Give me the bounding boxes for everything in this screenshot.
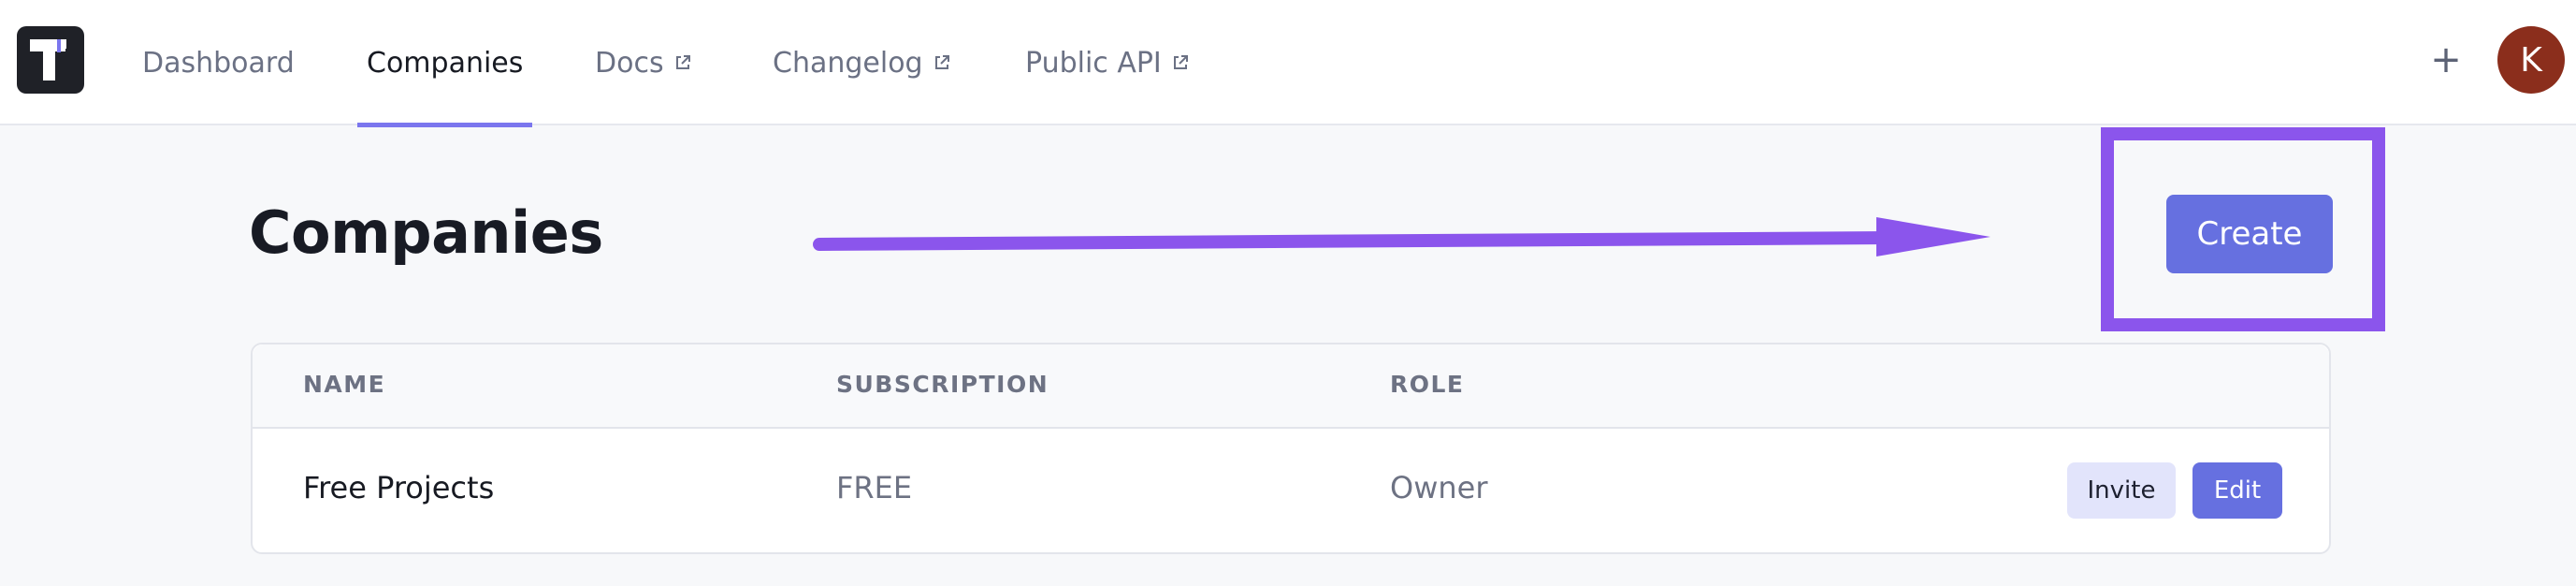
external-link-icon bbox=[1173, 55, 1188, 69]
nav-label: Docs bbox=[595, 46, 664, 80]
top-navigation: Dashboard Companies Docs Changelog Publi… bbox=[0, 0, 2576, 127]
edit-button[interactable]: Edit bbox=[2192, 462, 2282, 519]
nav-label: Public API bbox=[1025, 46, 1162, 80]
plus-icon[interactable]: + bbox=[2424, 34, 2467, 86]
nav-link-companies[interactable]: Companies bbox=[356, 0, 533, 127]
nav-link-dashboard[interactable]: Dashboard bbox=[142, 0, 295, 125]
external-link-icon bbox=[675, 55, 690, 69]
logo-mark-icon bbox=[30, 39, 66, 81]
companies-table: NAME SUBSCRIPTION ROLE Free Projects FRE… bbox=[251, 343, 2331, 554]
create-button[interactable]: Create bbox=[2166, 195, 2333, 273]
column-header-role: ROLE bbox=[1390, 371, 1465, 398]
table-header: NAME SUBSCRIPTION ROLE bbox=[253, 344, 2329, 429]
nav-label: Changelog bbox=[773, 46, 923, 80]
nav-label: Dashboard bbox=[142, 46, 295, 80]
column-header-subscription: SUBSCRIPTION bbox=[836, 371, 1049, 398]
app-logo[interactable] bbox=[17, 26, 84, 94]
subscription-value: FREE bbox=[836, 470, 913, 505]
nav-link-docs[interactable]: Docs bbox=[595, 0, 692, 125]
nav-link-changelog[interactable]: Changelog bbox=[773, 0, 951, 125]
invite-button[interactable]: Invite bbox=[2067, 462, 2176, 519]
company-name: Free Projects bbox=[303, 470, 495, 505]
page-title: Companies bbox=[249, 198, 603, 267]
arrow-right-icon bbox=[813, 217, 1990, 256]
avatar[interactable]: K bbox=[2497, 26, 2565, 94]
nav-link-public-api[interactable]: Public API bbox=[1025, 0, 1190, 125]
column-header-name: NAME bbox=[303, 371, 386, 398]
annotation-arrow bbox=[804, 208, 1990, 264]
external-link-icon bbox=[934, 55, 949, 69]
nav-label: Companies bbox=[367, 46, 524, 80]
role-value: Owner bbox=[1390, 470, 1488, 505]
